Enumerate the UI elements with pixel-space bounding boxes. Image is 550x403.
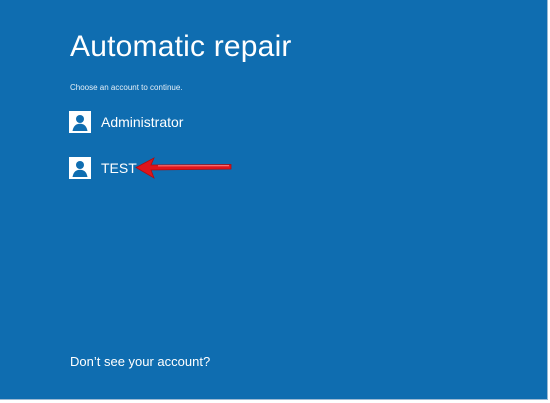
page-title: Automatic repair — [70, 30, 292, 63]
account-label-test: TEST — [101, 160, 137, 176]
account-tile-test[interactable]: TEST — [69, 157, 137, 179]
dont-see-account-link[interactable]: Don’t see your account? — [70, 355, 210, 368]
account-tile-administrator[interactable]: Administrator — [69, 111, 183, 133]
account-label-administrator: Administrator — [101, 114, 184, 130]
page-subtitle: Choose an account to continue. — [70, 83, 183, 92]
user-icon — [69, 157, 91, 179]
user-icon — [69, 111, 91, 133]
automatic-repair-screen: Automatic repair Choose an account to co… — [0, 0, 548, 400]
annotation-arrow-icon — [135, 157, 232, 179]
